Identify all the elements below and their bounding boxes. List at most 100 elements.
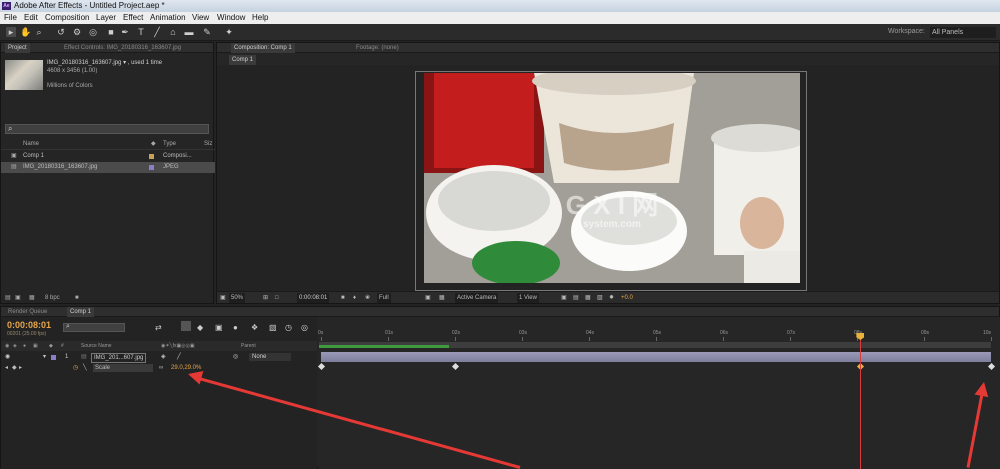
tab-render-queue[interactable]: Render Queue [5, 307, 50, 317]
view-layout-dropdown[interactable]: 1 View [517, 293, 539, 303]
pan-behind-tool-icon[interactable]: ◎ [88, 27, 98, 37]
expand-arrow-icon[interactable]: ▾ [43, 352, 46, 362]
menu-composition[interactable]: Composition [45, 12, 89, 24]
timeline-search-input[interactable]: ⌕ [63, 323, 125, 332]
zoom-tool-icon[interactable]: ⌕ [34, 27, 44, 37]
brainstorm-icon[interactable]: ❖ [251, 323, 258, 332]
quality-switch-icon[interactable]: ╱ [177, 352, 181, 362]
project-item-comp[interactable]: ▣ Comp 1 Composi... [1, 151, 215, 162]
text-tool-icon[interactable]: T [136, 27, 146, 37]
brush-tool-icon[interactable]: ╱ [152, 27, 162, 37]
zoom-dropdown[interactable]: 50% [229, 293, 246, 303]
selection-tool-icon[interactable]: ▸ [6, 27, 16, 37]
parent-header[interactable]: Parent [241, 341, 256, 351]
mask-icon[interactable]: □ [275, 292, 279, 304]
eraser-tool-icon[interactable]: ▬ [184, 27, 194, 37]
comp-subtab-row: Comp 1 [217, 54, 999, 65]
watermark: G X I 网 [565, 190, 659, 220]
scale-property-row[interactable]: ◂ ◆ ▸ ◷ ╲ Scale ∞ 29.0,29.0% [1, 363, 317, 373]
roto-brush-tool-icon[interactable]: ✎ [202, 27, 212, 37]
graph-editor-icon[interactable]: ▧ [269, 323, 277, 332]
keyframe-icon[interactable] [987, 362, 996, 371]
exposure-icon[interactable]: ✸ [609, 292, 614, 304]
column-name[interactable]: Name [23, 139, 39, 150]
project-search-input[interactable]: ⌕ [5, 124, 209, 134]
menu-effect[interactable]: Effect [123, 12, 143, 24]
exposure-value[interactable]: +0.0 [621, 292, 633, 304]
composition-viewer[interactable]: G X I 网 system.com [217, 65, 999, 291]
bit-depth-label[interactable]: 8 bpc [45, 293, 60, 304]
menu-help[interactable]: Help [252, 12, 268, 24]
comp-timecode[interactable]: 0:00:08:01 [297, 293, 330, 303]
timeline-icon[interactable]: ▤ [573, 292, 579, 304]
tab-comp-1[interactable]: Comp 1 [229, 55, 257, 65]
timeline-ruler-area[interactable]: 0s01s02s03s04s05s06s07s08s09s10s [317, 317, 1000, 469]
frame-blending-icon[interactable]: ▣ [215, 323, 223, 332]
layer-label-swatch[interactable] [51, 355, 56, 360]
column-size[interactable]: Siz [204, 139, 212, 150]
fast-previews-icon[interactable]: ▣ [561, 292, 567, 304]
shy-switch-icon[interactable]: ◈ [161, 352, 166, 362]
resolution-dropdown[interactable]: Full [377, 293, 391, 303]
grid-icon[interactable]: ⊞ [263, 292, 268, 304]
menu-view[interactable]: View [192, 12, 209, 24]
transparency-grid-icon[interactable]: ▦ [439, 292, 445, 304]
shy-layers-icon[interactable]: ◆ [197, 323, 203, 332]
trash-icon[interactable]: ■ [75, 293, 79, 304]
menu-edit[interactable]: Edit [24, 12, 38, 24]
workspace-dropdown[interactable]: All Panels [930, 27, 996, 38]
layer-name[interactable]: IMG_201...607.jpg [91, 353, 147, 363]
ruler-tick [723, 337, 724, 341]
next-keyframe-icon[interactable]: ▸ [19, 363, 22, 373]
current-time-indicator[interactable] [860, 333, 862, 469]
new-folder-icon[interactable]: ▣ [15, 293, 21, 304]
keyframe-icon[interactable] [451, 362, 460, 371]
tab-composition[interactable]: Composition: Comp 1 [231, 43, 295, 53]
motion-blur-icon[interactable]: ● [233, 323, 238, 332]
snapshot-icon[interactable]: ■ [341, 292, 345, 304]
tab-project[interactable]: Project [5, 43, 30, 53]
parent-dropdown[interactable]: None [249, 353, 291, 361]
menu-layer[interactable]: Layer [96, 12, 116, 24]
tab-effect-controls[interactable]: Effect Controls: IMG_20180316_163607.jpg [61, 43, 184, 53]
rectangle-tool-icon[interactable]: ■ [106, 27, 116, 37]
pixel-aspect-icon[interactable]: ▧ [597, 292, 603, 304]
tab-comp-1-timeline[interactable]: Comp 1 [67, 307, 95, 317]
channel-icon[interactable]: ❀ [365, 292, 370, 304]
clone-stamp-tool-icon[interactable]: ⌂ [168, 27, 178, 37]
eye-icon[interactable]: ◉ [5, 352, 10, 362]
stopwatch-icon[interactable]: ◷ [285, 323, 292, 332]
puppet-pin-tool-icon[interactable]: ✦ [224, 27, 234, 37]
draft-3d-icon[interactable] [181, 321, 191, 331]
current-time-display[interactable]: 0:00:08:01 [7, 320, 51, 330]
pen-tool-icon[interactable]: ✒ [120, 27, 130, 37]
tab-footage[interactable]: Footage: (none) [353, 43, 402, 53]
interpret-footage-icon[interactable]: ▤ [5, 293, 11, 304]
layer-row[interactable]: ◉ ▾ 1 ▤ IMG_201...607.jpg ◈ ╱ ◎ None [1, 352, 317, 363]
menu-file[interactable]: File [4, 12, 17, 24]
parent-pickwhip-icon[interactable]: ◎ [233, 352, 238, 362]
source-name-header[interactable]: Source Name [81, 341, 112, 351]
camera-tool-icon[interactable]: ⚙ [72, 27, 82, 37]
footage-image[interactable]: G X I 网 system.com [424, 73, 800, 283]
stopwatch-icon[interactable]: ◷ [73, 363, 78, 373]
keyframe-icon[interactable] [317, 362, 326, 371]
camera-dropdown[interactable]: Active Camera [455, 293, 499, 303]
parent-pick-icon[interactable]: ◎ [301, 323, 308, 332]
menu-animation[interactable]: Animation [150, 12, 186, 24]
show-snapshot-icon[interactable]: ♦ [353, 292, 356, 304]
region-of-interest-icon[interactable]: ▣ [425, 292, 431, 304]
column-type[interactable]: Type [163, 139, 176, 150]
project-item-footage[interactable]: ▤ IMG_20180316_163607.jpg JPEG [1, 162, 215, 173]
comp-mini-flowchart-icon[interactable]: ⇄ [155, 323, 162, 332]
always-preview-icon[interactable]: ▣ [220, 292, 226, 304]
rotate-tool-icon[interactable]: ↺ [56, 27, 66, 37]
new-comp-icon[interactable]: ▦ [29, 293, 35, 304]
constrain-proportions-icon[interactable]: ∞ [159, 363, 163, 373]
layer-duration-bar[interactable] [321, 352, 991, 362]
prev-keyframe-icon[interactable]: ◂ [5, 363, 8, 373]
hand-tool-icon[interactable]: ✋ [20, 27, 31, 37]
add-keyframe-icon[interactable]: ◆ [12, 363, 17, 373]
menu-window[interactable]: Window [217, 12, 245, 24]
comp-flowchart-icon[interactable]: ▦ [585, 292, 591, 304]
